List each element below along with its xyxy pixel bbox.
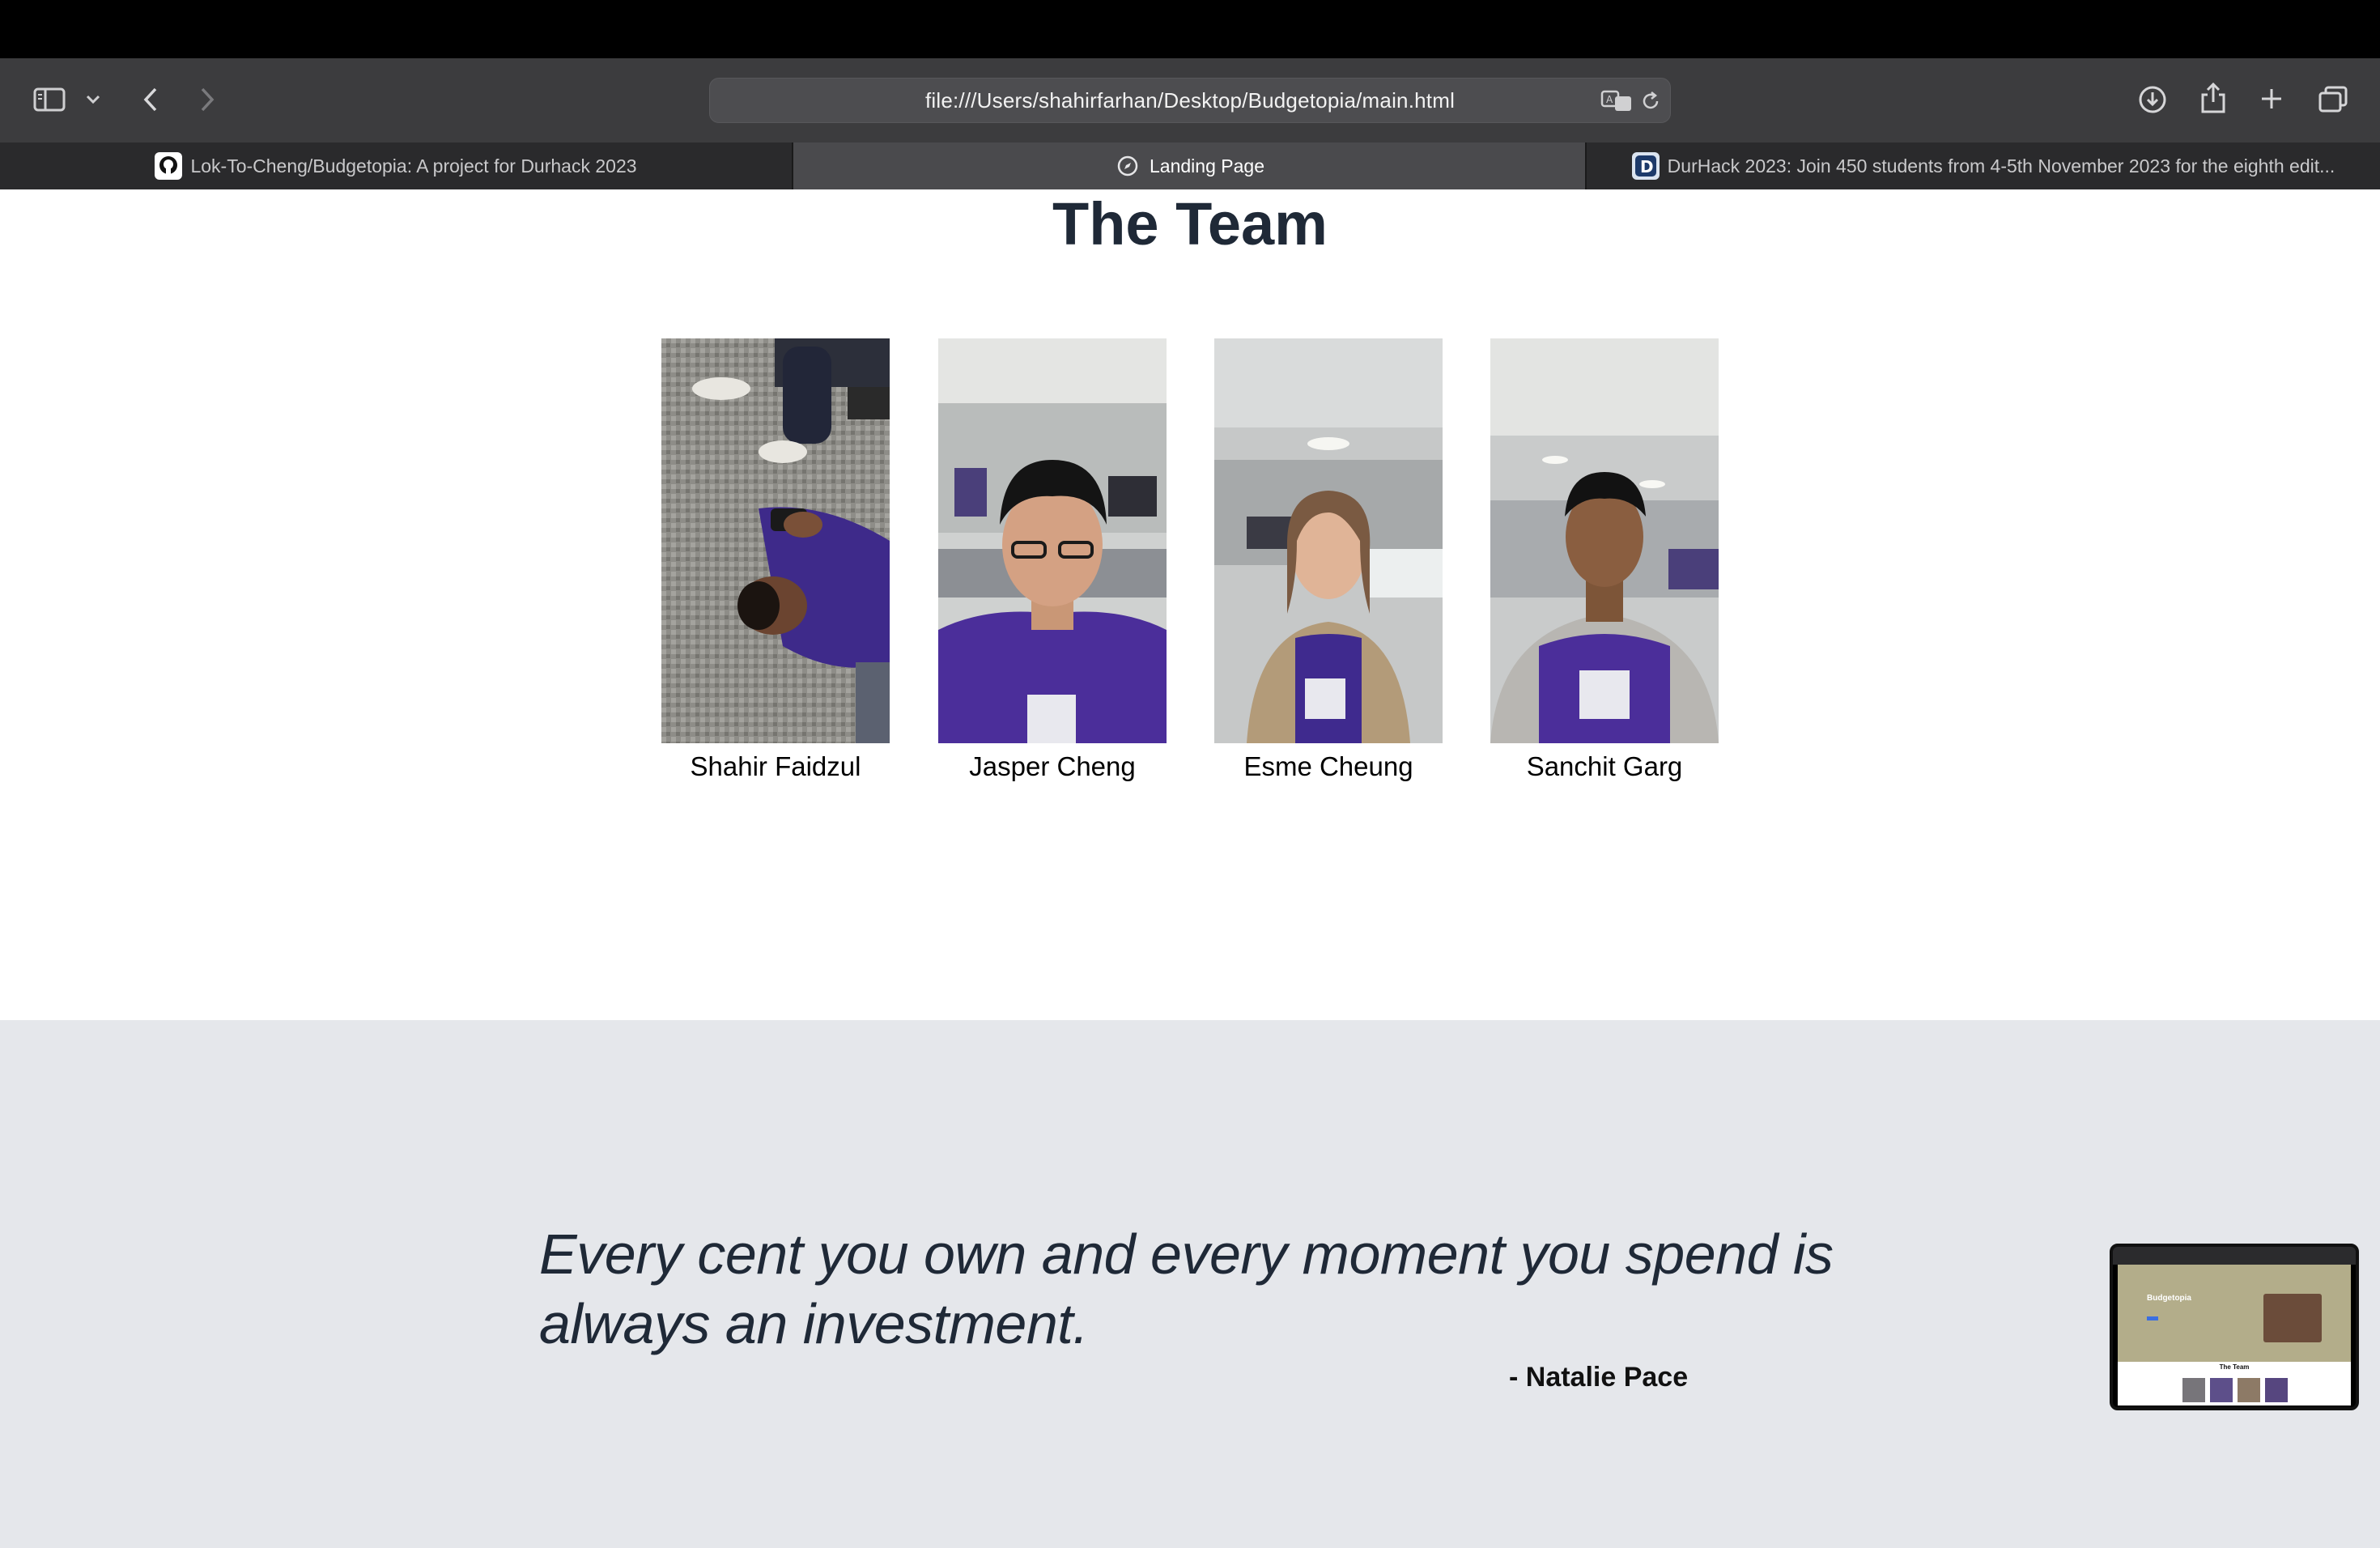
reload-button[interactable] <box>1638 88 1664 114</box>
member-photo <box>1490 338 1719 743</box>
thumbnail-photo <box>2265 1378 2288 1402</box>
durhack-d-icon: D <box>1631 152 1660 180</box>
translate-icon: A <box>1600 90 1631 111</box>
tab-overview-icon <box>2318 86 2348 113</box>
member-name: Jasper Cheng <box>969 751 1136 781</box>
download-icon <box>2139 86 2166 113</box>
system-menu-bar <box>0 0 2380 58</box>
thumbnail-hero-image <box>2263 1294 2322 1342</box>
member-photo <box>661 338 890 743</box>
quote-section: Every cent you own and every moment you … <box>0 1020 2380 1548</box>
team-member-card: Esme Cheung <box>1214 338 1443 784</box>
browser-toolbar: file:///Users/shahirfarhan/Desktop/Budge… <box>0 58 2380 142</box>
svg-text:D: D <box>1640 157 1654 176</box>
member-name: Shahir Faidzul <box>690 751 861 781</box>
compass-icon <box>1114 152 1141 180</box>
tab-landing-page[interactable]: Landing Page <box>793 142 1585 189</box>
url-text[interactable]: file:///Users/shahirfarhan/Desktop/Budge… <box>710 79 1670 122</box>
quote-text: Every cent you own and every moment you … <box>539 1223 1834 1355</box>
tab-github[interactable]: Lok-To-Cheng/Budgetopia: A project for D… <box>0 142 792 189</box>
tab-durhack[interactable]: D DurHack 2023: Join 450 students from 4… <box>1587 142 2380 189</box>
downloads-button[interactable] <box>2134 81 2171 118</box>
team-member-card: Sanchit Garg <box>1490 338 1719 784</box>
team-section-title: The Team <box>1052 190 1328 257</box>
quote-author: - Natalie Pace <box>1509 1362 1689 1393</box>
new-tab-button[interactable] <box>2255 83 2288 115</box>
tab-label: Landing Page <box>1150 155 1264 176</box>
thumbnail-section-title: The Team <box>2219 1363 2250 1371</box>
chevron-right-icon <box>201 87 215 112</box>
tab-bar: Lok-To-Cheng/Budgetopia: A project for D… <box>0 142 2380 189</box>
github-icon <box>155 152 183 180</box>
translate-button[interactable]: A <box>1599 87 1634 116</box>
thumbnail-photo <box>2182 1378 2205 1402</box>
thumbnail-hero: Budgetopia <box>2118 1265 2351 1362</box>
address-bar[interactable]: file:///Users/shahirfarhan/Desktop/Budge… <box>709 78 1671 123</box>
plus-icon <box>2262 89 2281 108</box>
sidebar-icon <box>33 87 66 112</box>
team-member-card: Shahir Faidzul <box>661 338 890 784</box>
member-name: Esme Cheung <box>1243 751 1413 781</box>
thumbnail-photo <box>2238 1378 2260 1402</box>
page-content: The Team Shahir Faidzul Jasper Cheng Esm… <box>0 189 2380 1548</box>
chevron-down-icon <box>86 95 100 104</box>
back-button[interactable] <box>134 83 167 117</box>
screenshot-preview-thumbnail[interactable]: Budgetopia The Team <box>2110 1244 2359 1410</box>
thumbnail-photo <box>2210 1378 2233 1402</box>
tab-label: DurHack 2023: Join 450 students from 4-5… <box>1667 155 2335 176</box>
thumbnail-browser-bar <box>2113 1247 2356 1265</box>
thumbnail-hero-button <box>2147 1316 2158 1320</box>
tab-overview-button[interactable] <box>2315 83 2351 117</box>
share-button[interactable] <box>2195 78 2231 118</box>
member-photo <box>938 338 1167 743</box>
svg-text:A: A <box>1606 94 1613 105</box>
tab-label: Lok-To-Cheng/Budgetopia: A project for D… <box>190 155 637 176</box>
thumbnail-hero-title: Budgetopia <box>2147 1294 2191 1303</box>
tab-group-menu-button[interactable] <box>81 87 105 112</box>
reload-icon <box>1643 91 1659 109</box>
share-icon <box>2201 82 2225 113</box>
forward-button[interactable] <box>191 83 223 117</box>
member-photo <box>1214 338 1443 743</box>
chevron-left-icon <box>143 87 157 112</box>
thumbnail-body: The Team <box>2118 1362 2351 1406</box>
sidebar-toggle-button[interactable] <box>29 81 70 118</box>
team-member-card: Jasper Cheng <box>938 338 1167 784</box>
member-name: Sanchit Garg <box>1526 751 1683 781</box>
